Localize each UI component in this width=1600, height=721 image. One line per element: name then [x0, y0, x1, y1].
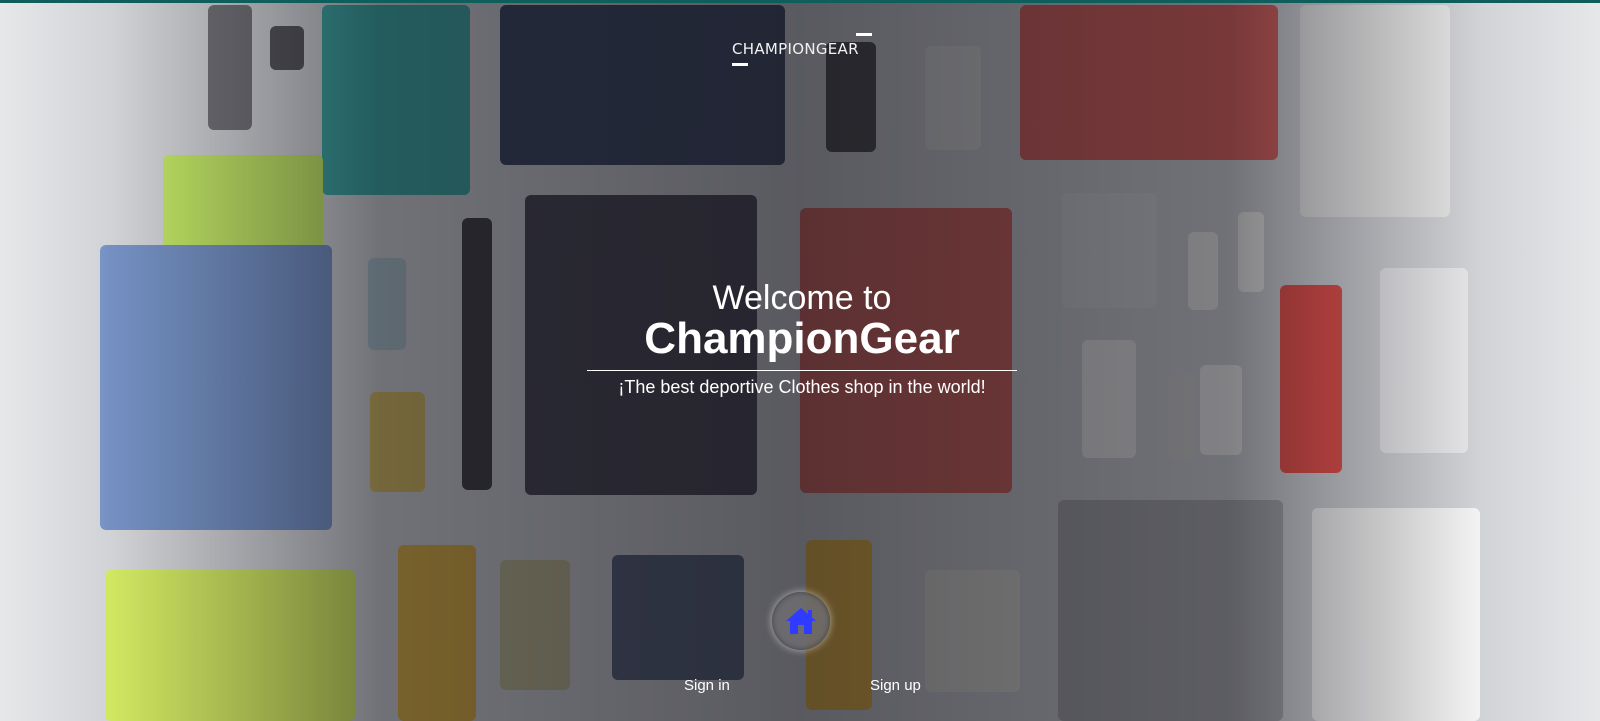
hero-welcome: Welcome to — [712, 279, 892, 317]
hero-divider — [587, 370, 1017, 371]
hero-title: ChampionGear — [644, 314, 960, 363]
hero-section: Welcome to ChampionGear ¡The best deport… — [587, 280, 1017, 398]
brand-accent-bottom — [732, 63, 748, 66]
sign-in-link[interactable]: Sign in — [684, 677, 730, 694]
home-button[interactable] — [772, 592, 830, 650]
brand-accent-top — [856, 33, 872, 36]
home-icon — [786, 608, 816, 634]
foreground-content: CHAMPIONGEAR Welcome to ChampionGear ¡Th… — [0, 0, 1600, 721]
sign-up-link[interactable]: Sign up — [870, 677, 921, 694]
brand-logo-text[interactable]: CHAMPIONGEAR — [732, 40, 859, 58]
hero-tagline: ¡The best deportive Clothes shop in the … — [618, 377, 986, 397]
landing-page: CHAMPIONGEAR Welcome to ChampionGear ¡Th… — [0, 0, 1600, 721]
top-accent-strip — [0, 0, 1600, 3]
